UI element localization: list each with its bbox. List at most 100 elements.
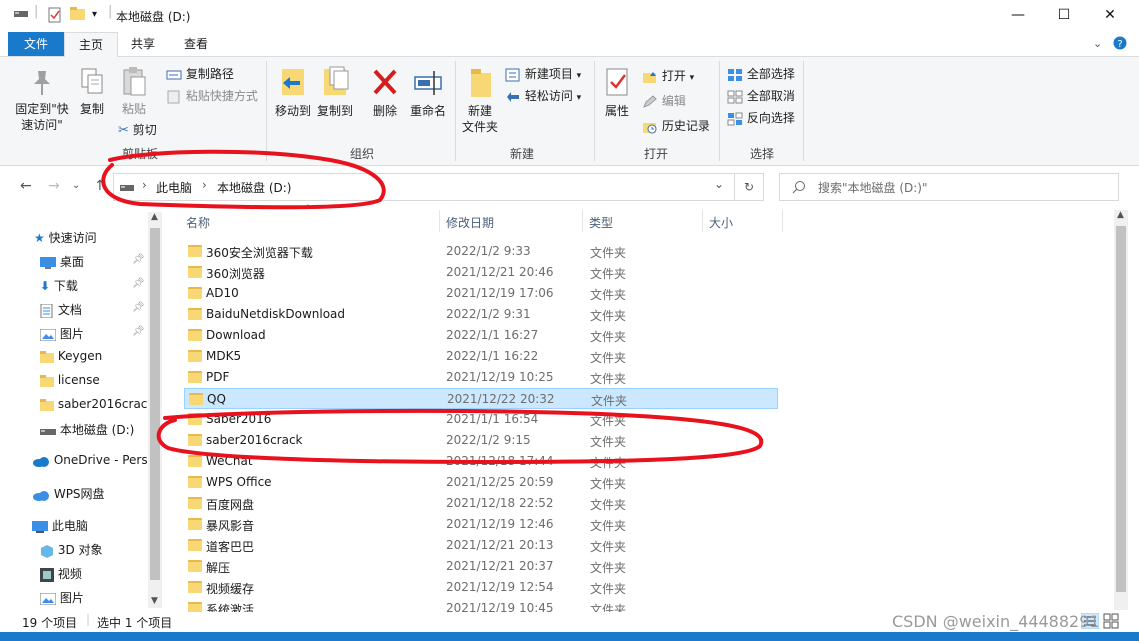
nav-item-downloads[interactable]: ⬇ 下载 (40, 277, 78, 294)
nav-item-pictures[interactable]: 图片 (40, 325, 84, 342)
nav-scrollbar[interactable]: ▲ ▼ (148, 212, 162, 608)
up-arrow-icon[interactable]: ↑ (94, 178, 106, 194)
back-arrow-icon[interactable]: ← (20, 178, 32, 194)
scroll-down-icon[interactable]: ▼ (151, 596, 158, 606)
properties-button[interactable]: 属性 (600, 67, 634, 119)
table-row[interactable]: saber2016crack 2022/1/2 9:15 文件夹 (184, 430, 778, 451)
column-header-modified[interactable]: 修改日期 (446, 214, 494, 231)
nav-item-saber2016crack[interactable]: saber2016crac (40, 397, 147, 411)
nav-item-3d-objects[interactable]: 3D 对象 (40, 541, 103, 558)
pin-icon[interactable]: 📌︎ (132, 254, 145, 265)
forward-arrow-icon[interactable]: → (48, 178, 60, 194)
table-row[interactable]: 道客巴巴 2021/12/21 20:13 文件夹 (184, 535, 778, 556)
table-row[interactable]: 360安全浏览器下载 2022/1/2 9:33 文件夹 (184, 241, 778, 262)
copy-path-button[interactable]: 复制路径 (166, 65, 234, 82)
nav-item-drive-d[interactable]: 本地磁盘 (D:) (40, 421, 134, 438)
file-list-scrollbar-thumb[interactable] (1116, 226, 1126, 592)
scroll-up-icon[interactable]: ▲ (151, 212, 158, 222)
copy-button[interactable]: 复制 (74, 67, 110, 117)
new-item-button[interactable]: 新建项目 ▾ (505, 65, 581, 82)
nav-item-wps-cloud[interactable]: WPS网盘 (32, 485, 105, 502)
open-button[interactable]: 打开 ▾ (642, 67, 694, 84)
minimize-button[interactable]: — (995, 0, 1041, 30)
new-folder-icon[interactable] (70, 7, 86, 25)
table-row[interactable]: 视频缓存 2021/12/19 12:54 文件夹 (184, 577, 778, 598)
column-separator[interactable] (702, 210, 703, 232)
history-button[interactable]: 历史记录 (642, 117, 710, 134)
nav-item-keygen[interactable]: Keygen (40, 349, 102, 363)
file-type: 文件夹 (590, 519, 627, 533)
maximize-button[interactable]: ☐ (1041, 0, 1087, 30)
column-header-type[interactable]: 类型 (589, 214, 613, 231)
breadcrumb-drive-d[interactable]: 本地磁盘 (D:) (217, 179, 291, 196)
table-row[interactable]: WeChat 2021/12/18 17:44 文件夹 (184, 451, 778, 472)
address-bar[interactable]: › 此电脑 › 本地磁盘 (D:) ⌄ (113, 173, 735, 201)
folder-icon (188, 539, 202, 551)
pin-icon[interactable]: 📌︎ (132, 302, 145, 313)
close-button[interactable]: ✕ (1087, 0, 1133, 30)
table-row[interactable]: PDF 2021/12/19 10:25 文件夹 (184, 367, 778, 388)
table-row[interactable]: 360浏览器 2021/12/21 20:46 文件夹 (184, 262, 778, 283)
pin-icon[interactable]: 📌︎ (132, 278, 145, 289)
table-row[interactable]: Saber2016 2021/1/1 16:54 文件夹 (184, 409, 778, 430)
easy-access-button[interactable]: 轻松访问 ▾ (505, 87, 581, 104)
nav-item-videos[interactable]: 视频 (40, 565, 82, 582)
paste-shortcut-button[interactable]: 粘贴快捷方式 (166, 87, 258, 104)
breadcrumb-chevron-icon[interactable]: › (202, 178, 207, 192)
tab-home[interactable]: 主页 (64, 32, 118, 57)
nav-item-pictures-pc[interactable]: 图片 (40, 589, 84, 606)
select-none-button[interactable]: 全部取消 (727, 87, 795, 104)
nav-scrollbar-thumb[interactable] (150, 228, 160, 580)
nav-item-documents[interactable]: 文档 (40, 301, 82, 318)
pin-quick-access-button[interactable]: 固定到"快 速访问" (12, 67, 72, 133)
column-separator[interactable] (582, 210, 583, 232)
nav-item-quick-access[interactable]: ★ 快速访问 (34, 229, 97, 246)
new-folder-button[interactable]: 新建 文件夹 (460, 65, 500, 135)
move-to-button[interactable]: 移动到 (273, 65, 313, 119)
copy-to-button[interactable]: 复制到 (315, 65, 355, 119)
invert-selection-button[interactable]: 反向选择 (727, 109, 795, 126)
nav-item-desktop[interactable]: 桌面 (40, 253, 84, 270)
column-separator[interactable] (782, 210, 783, 232)
tab-view[interactable]: 查看 (170, 32, 222, 56)
table-row[interactable]: Download 2022/1/1 16:27 文件夹 (184, 325, 778, 346)
nav-item-license[interactable]: license (40, 373, 100, 387)
collapse-ribbon-icon[interactable]: ⌄ (1093, 37, 1102, 50)
breadcrumb-chevron-icon[interactable]: › (142, 178, 147, 192)
search-input[interactable]: 搜索"本地磁盘 (D:)" (779, 173, 1119, 201)
help-icon[interactable]: ? (1113, 36, 1127, 53)
table-row[interactable]: QQ 2021/12/22 20:32 文件夹 (184, 388, 778, 409)
file-type: 文件夹 (590, 582, 627, 596)
tab-share[interactable]: 共享 (118, 32, 168, 56)
refresh-button[interactable]: ↻ (734, 173, 764, 201)
customize-toolbar-icon[interactable]: ▾ (92, 9, 97, 20)
table-row[interactable]: BaiduNetdiskDownload 2022/1/2 9:31 文件夹 (184, 304, 778, 325)
large-icons-view-icon[interactable] (1103, 613, 1119, 632)
file-list-scrollbar[interactable]: ▲ (1114, 210, 1128, 610)
edit-button[interactable]: 编辑 (642, 92, 686, 109)
title-bar: | ▾ | 本地磁盘 (D:) — ☐ ✕ (0, 0, 1139, 32)
table-row[interactable]: MDK5 2022/1/1 16:22 文件夹 (184, 346, 778, 367)
table-row[interactable]: AD10 2021/12/19 17:06 文件夹 (184, 283, 778, 304)
table-row[interactable]: 解压 2021/12/21 20:37 文件夹 (184, 556, 778, 577)
column-header-size[interactable]: 大小 (709, 214, 733, 231)
column-header-name[interactable]: 名称 (186, 214, 210, 231)
breadcrumb-this-pc[interactable]: 此电脑 (156, 179, 192, 196)
table-row[interactable]: 百度网盘 2021/12/18 22:52 文件夹 (184, 493, 778, 514)
rename-button[interactable]: 重命名 (406, 65, 450, 119)
address-dropdown-icon[interactable]: ⌄ (714, 177, 724, 191)
column-separator[interactable] (439, 210, 440, 232)
table-row[interactable]: WPS Office 2021/12/25 20:59 文件夹 (184, 472, 778, 493)
tab-file[interactable]: 文件 (8, 32, 64, 56)
select-all-button[interactable]: 全部选择 (727, 65, 795, 82)
paste-button[interactable]: 粘贴 (114, 65, 154, 117)
cut-button[interactable]: ✂ 剪切 (118, 121, 157, 138)
nav-item-onedrive[interactable]: OneDrive - Perso (32, 453, 155, 467)
delete-button[interactable]: 删除 (368, 65, 402, 119)
nav-item-this-pc[interactable]: 此电脑 (32, 517, 88, 534)
table-row[interactable]: 暴风影音 2021/12/19 12:46 文件夹 (184, 514, 778, 535)
pin-icon[interactable]: 📌︎ (132, 326, 145, 337)
properties-icon[interactable] (48, 7, 62, 27)
recent-locations-icon[interactable]: ⌄ (72, 180, 80, 191)
scroll-up-icon[interactable]: ▲ (1117, 210, 1124, 220)
